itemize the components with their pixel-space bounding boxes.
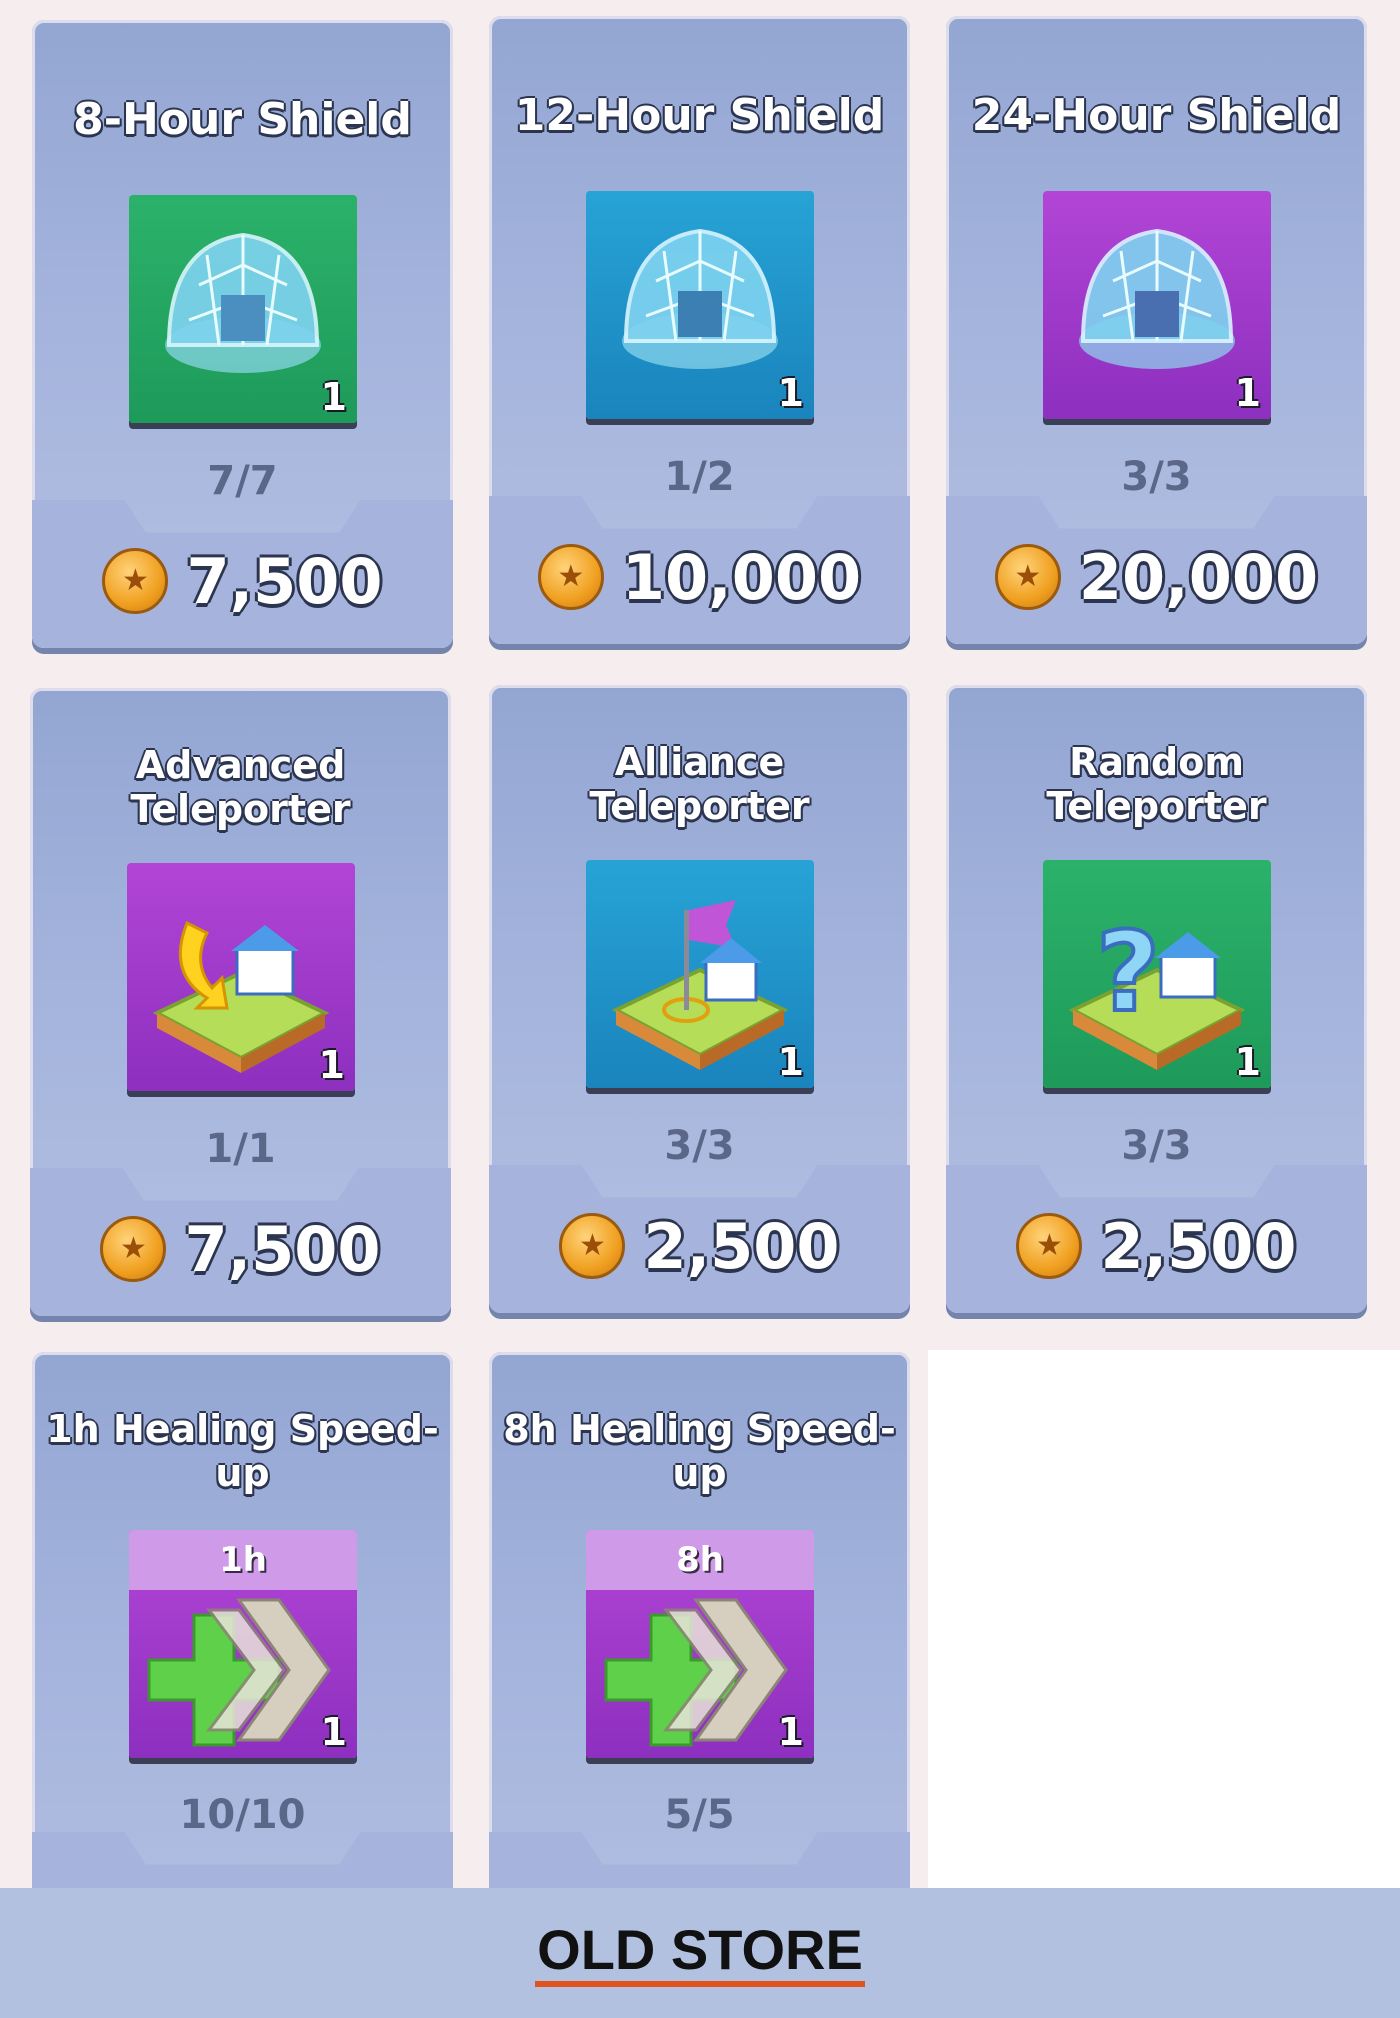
purchase-count: 7/7	[207, 458, 278, 504]
duration-label: 1h	[129, 1530, 357, 1590]
item-title: 8-Hour Shield	[73, 93, 412, 145]
duration-label: 8h	[586, 1530, 814, 1590]
shield-dome-icon: 1	[129, 195, 357, 423]
price-amount: 10,000	[621, 540, 862, 614]
quantity-badge: 1	[777, 371, 804, 415]
purchase-count: 1/1	[205, 1126, 276, 1172]
quantity-badge: 1	[320, 375, 347, 419]
coin-badge-icon: ★	[100, 1216, 167, 1282]
bottom-bar: OLD STORE	[0, 1888, 1400, 2018]
store-item-card-alliance-teleporter[interactable]: Alliance Teleporter 1 3/3 ★ 2,500	[489, 685, 910, 1313]
quantity-badge: 1	[320, 1710, 347, 1754]
buy-button[interactable]: ★ 10,000	[489, 532, 910, 622]
item-title: 24-Hour Shield	[971, 89, 1342, 141]
quantity-badge: 1	[1234, 371, 1261, 415]
buy-button[interactable]: ★ 20,000	[946, 532, 1367, 622]
svg-text:?: ?	[1096, 908, 1160, 1036]
buy-button[interactable]: ★ 7,500	[32, 536, 453, 626]
healing-speedup-icon: 8h 1	[586, 1530, 814, 1758]
quantity-badge: 1	[777, 1040, 804, 1084]
coin-badge-icon: ★	[559, 1213, 626, 1279]
item-title: 1h Healing Speed-up	[46, 1407, 439, 1495]
purchase-count: 5/5	[664, 1792, 735, 1838]
store-item-card-advanced-teleporter[interactable]: Advanced Teleporter 1 1/1 ★ 7,500	[30, 688, 451, 1316]
buy-button[interactable]: ★ 7,500	[30, 1204, 451, 1294]
price-amount: 2,500	[643, 1209, 840, 1283]
healing-speedup-icon: 1h 1	[129, 1530, 357, 1758]
item-title: Random Teleporter	[1046, 740, 1267, 828]
quantity-badge: 1	[777, 1710, 804, 1754]
coin-badge-icon: ★	[537, 544, 604, 610]
purchase-count: 3/3	[1121, 1123, 1192, 1169]
price-amount: 7,500	[184, 1212, 381, 1286]
buy-button[interactable]: ★ 2,500	[489, 1201, 910, 1291]
store-item-card-1h-healing[interactable]: 1h Healing Speed-up 1h 1 10/10	[32, 1352, 453, 1980]
buy-button[interactable]: ★ 2,500	[946, 1201, 1367, 1291]
purchase-count: 1/2	[664, 454, 735, 500]
price-amount: 2,500	[1100, 1209, 1297, 1283]
store-item-card-random-teleporter[interactable]: Random Teleporter ? 1 3/3 ★ 2,500	[946, 685, 1367, 1313]
advanced-teleporter-icon: 1	[127, 863, 355, 1091]
empty-slot	[928, 1350, 1400, 1888]
price-amount: 20,000	[1078, 540, 1319, 614]
item-title: 8h Healing Speed-up	[503, 1407, 896, 1495]
coin-badge-icon: ★	[1016, 1213, 1083, 1279]
purchase-count: 10/10	[179, 1792, 306, 1838]
item-title: Advanced Teleporter	[130, 743, 351, 831]
shield-dome-icon: 1	[586, 191, 814, 419]
coin-badge-icon: ★	[102, 548, 169, 614]
alliance-teleporter-icon: 1	[586, 860, 814, 1088]
store-item-card-24h-shield[interactable]: 24-Hour Shield 1 3/3 ★ 20,000	[946, 16, 1367, 644]
item-title: 12-Hour Shield	[514, 89, 885, 141]
random-teleporter-icon: ? 1	[1043, 860, 1271, 1088]
quantity-badge: 1	[1234, 1040, 1261, 1084]
old-store-label: OLD STORE	[535, 1919, 865, 1987]
quantity-badge: 1	[318, 1043, 345, 1087]
store-item-card-8h-healing[interactable]: 8h Healing Speed-up 8h 1 5/5	[489, 1352, 910, 1980]
price-amount: 7,500	[186, 544, 383, 618]
shield-dome-icon: 1	[1043, 191, 1271, 419]
purchase-count: 3/3	[1121, 454, 1192, 500]
item-title: Alliance Teleporter	[589, 740, 810, 828]
store-item-card-12h-shield[interactable]: 12-Hour Shield 1 1/2 ★ 10,000	[489, 16, 910, 644]
purchase-count: 3/3	[664, 1123, 735, 1169]
coin-badge-icon: ★	[994, 544, 1061, 610]
store-item-card-8h-shield[interactable]: 8-Hour Shield 1 7/7 ★ 7,500	[32, 20, 453, 648]
